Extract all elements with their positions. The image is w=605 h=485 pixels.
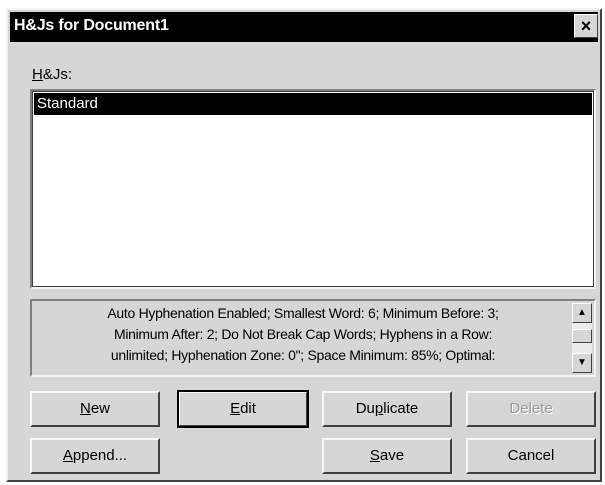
append-button[interactable]: Append... (30, 438, 160, 474)
hjs-label-rest: &Js: (42, 66, 73, 83)
hjs-dialog: H&Js for Document1 × H&Js: Standard Auto… (6, 8, 602, 482)
dialog-title: H&Js for Document1 (14, 17, 169, 34)
list-item-standard[interactable]: Standard (34, 93, 592, 115)
edit-rest: dit (240, 400, 256, 417)
duplicate-pre: Du (355, 400, 375, 417)
hjs-listbox[interactable]: Standard (30, 89, 596, 289)
hjs-description-box: Auto Hyphenation Enabled; Smallest Word:… (30, 299, 596, 377)
description-line: Auto Hyphenation Enabled; Smallest Word:… (107, 305, 499, 321)
close-icon: × (580, 16, 592, 36)
description-line: Minimum After: 2; Do Not Break Cap Words… (113, 326, 493, 342)
append-rest: ppend... (72, 447, 128, 464)
hjs-list-label: H&Js: (32, 66, 72, 83)
hjs-description-text: Auto Hyphenation Enabled; Smallest Word:… (34, 303, 572, 366)
duplicate-rest: licate (383, 400, 419, 417)
new-accel: N (79, 400, 91, 417)
description-line: unlimited; Hyphenation Zone: 0"; Space M… (110, 347, 496, 363)
arrow-up-icon: ▲ (577, 307, 587, 318)
hjs-label-accel: H (32, 66, 43, 83)
edit-button[interactable]: Edit (177, 390, 309, 428)
scroll-down-button[interactable]: ▼ (572, 353, 592, 373)
edit-accel: E (230, 400, 241, 417)
delete-button[interactable]: Delete (466, 391, 596, 427)
duplicate-button[interactable]: Duplicate (322, 391, 452, 427)
arrow-down-icon: ▼ (577, 357, 587, 368)
save-button[interactable]: Save (322, 438, 452, 474)
new-button[interactable]: New (30, 391, 160, 427)
cancel-button[interactable]: Cancel (466, 438, 596, 474)
description-scrollbar[interactable]: ▲ ▼ (572, 303, 592, 373)
save-rest: ave (379, 447, 405, 464)
scroll-thumb[interactable] (572, 329, 592, 343)
new-rest: ew (90, 400, 111, 417)
close-button[interactable]: × (574, 14, 598, 38)
title-bar[interactable]: H&Js for Document1 × (10, 12, 598, 42)
save-accel: S (369, 447, 380, 464)
scroll-up-button[interactable]: ▲ (572, 303, 592, 323)
duplicate-accel: p (374, 400, 384, 417)
append-accel: A (62, 447, 73, 464)
